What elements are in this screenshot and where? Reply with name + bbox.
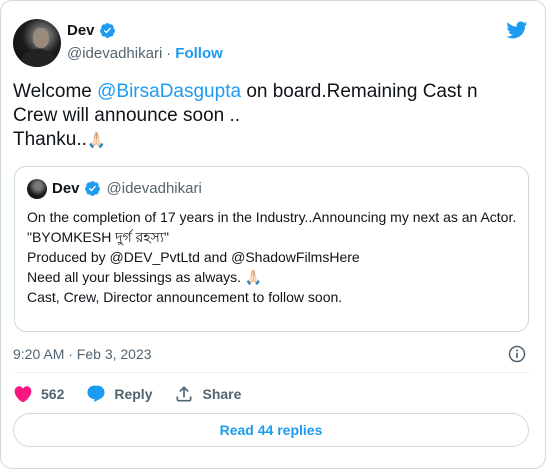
like-button[interactable]: 562 [13,384,64,404]
separator-dot: · [166,45,172,62]
tweet-line-2: Crew will announce soon .. [13,105,241,126]
tweet-line-1: Welcome @BirsaDasgupta on board.Remainin… [13,80,533,104]
author-name[interactable]: Dev [67,22,95,39]
quoted-author-name: Dev [52,180,80,197]
tweet-text: Welcome @BirsaDasgupta on board.Remainin… [13,80,533,153]
twitter-bird-icon[interactable] [504,19,529,41]
tweet-line-3: Thanku..🙏🏻 [13,128,533,153]
divider [13,372,529,373]
tweet-card: Dev @idevadhikari · Follow Welcome @Birs… [0,0,546,469]
tweet-text-segment: on board.Remaining Cast n [241,81,478,102]
reply-bubble-icon [87,385,105,403]
info-icon[interactable] [507,344,527,364]
tweet-actions: 562 Reply Share [13,384,263,404]
author-name-row: Dev [67,22,116,39]
share-upload-icon [176,386,192,402]
quoted-tweet-text: On the completion of 17 years in the Ind… [27,209,517,305]
verified-badge-icon [84,181,100,196]
quoted-tweet[interactable]: Dev @idevadhikari On the completion of 1… [14,166,529,332]
folded-hands-emoji: 🙏🏻 [86,132,106,149]
quoted-author-handle: @idevadhikari [106,180,202,197]
share-button[interactable]: Share [174,384,241,404]
mention-link[interactable]: @BirsaDasgupta [97,81,241,102]
quoted-author-avatar [27,179,47,199]
reply-label: Reply [114,386,153,402]
tweet-text-segment: Thanku.. [13,129,87,150]
author-avatar[interactable] [13,19,61,67]
likes-count: 562 [41,386,65,402]
tweet-timestamp[interactable]: 9:20 AM · Feb 3, 2023 [13,346,152,362]
read-replies-button[interactable]: Read 44 replies [13,413,529,447]
author-handle[interactable]: @idevadhikari [67,45,162,62]
verified-badge-icon [99,23,115,38]
quoted-author-row: Dev @idevadhikari [52,180,202,197]
tweet-text-segment: Welcome [13,81,98,102]
heart-icon [14,386,32,403]
reply-button[interactable]: Reply [86,384,152,404]
author-handle-row: @idevadhikari · Follow [67,45,223,62]
share-label: Share [202,386,242,402]
follow-button[interactable]: Follow [175,45,223,62]
